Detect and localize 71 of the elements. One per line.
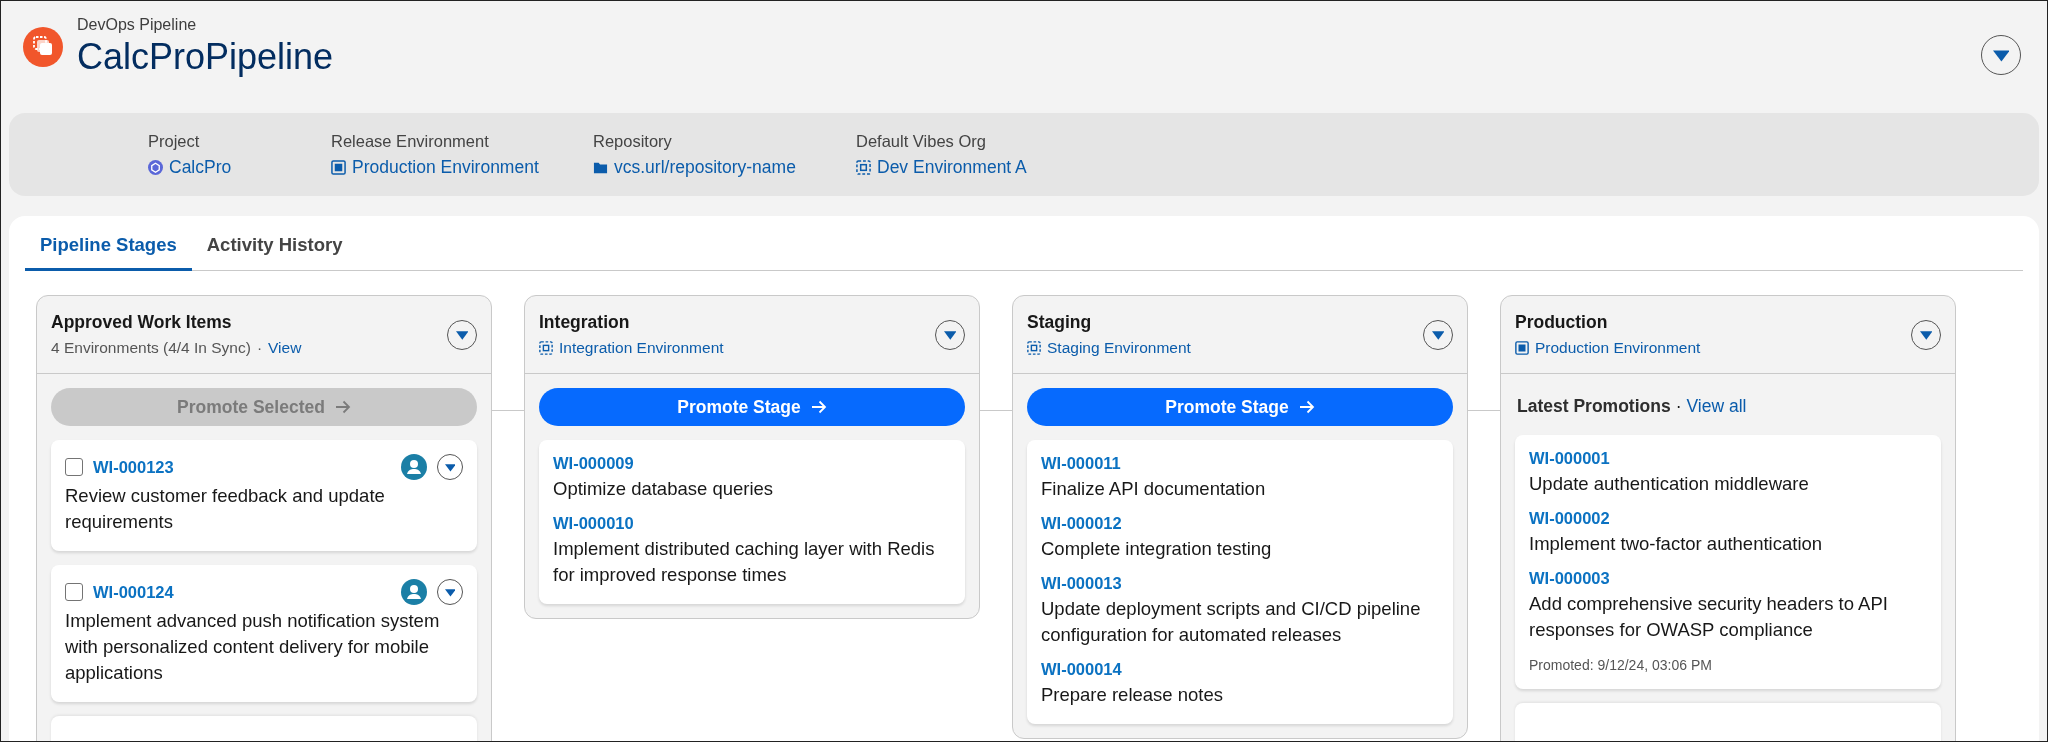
sandbox-icon: [1027, 341, 1041, 355]
field-link[interactable]: Production Environment: [331, 156, 593, 178]
work-item-description: Review customer feedback and update requirements: [65, 484, 386, 534]
page-subtitle: DevOps Pipeline: [77, 16, 198, 34]
work-item-link[interactable]: WI-000012: [1041, 514, 1439, 533]
field-label: Release Environment: [331, 131, 490, 151]
project-icon: [148, 159, 163, 175]
caret-down-icon: [444, 464, 456, 472]
work-item-link[interactable]: WI-000014: [1041, 660, 1439, 679]
environment-link[interactable]: Production Environment: [1515, 339, 1903, 357]
separator-dot: ·: [256, 339, 263, 357]
work-item-description: Implement two-factor authentication: [1529, 532, 1824, 556]
stage-title: Integration: [539, 312, 631, 333]
section-label: Latest Promotions: [1517, 396, 1671, 417]
page-title: CalcProPipeline: [77, 36, 335, 78]
work-item-description: Complete integration testing: [1041, 537, 1273, 561]
caret-down-icon: [1431, 331, 1445, 340]
checkbox[interactable]: [65, 458, 83, 476]
promote-button[interactable]: Promote Stage: [539, 388, 965, 426]
work-item-link[interactable]: WI-000010: [553, 514, 951, 533]
work-item-link[interactable]: WI-000002: [1529, 509, 1927, 528]
work-item-description: Optimize database queries: [553, 477, 775, 501]
field-label: Repository: [593, 131, 673, 151]
view-link[interactable]: View: [268, 339, 302, 357]
caret-down-icon: [943, 331, 957, 340]
separator-dot: ·: [1675, 396, 1682, 417]
promote-button[interactable]: Promote Stage: [1027, 388, 1453, 426]
work-item-link[interactable]: WI-000011: [1041, 454, 1439, 473]
promoted-timestamp: Promoted: 9/12/24, 03:06 PM: [1529, 657, 1713, 673]
sandbox-icon: [856, 159, 871, 175]
work-item-description: Finalize API documentation: [1041, 477, 1267, 501]
stage-title: Production: [1515, 312, 1609, 333]
work-item-link[interactable]: WI-000001: [1529, 449, 1927, 468]
caret-down-icon: [1992, 50, 2010, 62]
sandbox-icon: [539, 341, 553, 355]
work-item-link[interactable]: WI-000124: [93, 582, 174, 602]
arrow-right-icon: [334, 400, 351, 414]
work-item-description: Update deployment scripts and CI/CD pipeline configuration for automated releases: [1041, 597, 1422, 647]
environment-link[interactable]: Staging Environment: [1027, 339, 1415, 357]
checkbox[interactable]: [65, 583, 83, 601]
field-link[interactable]: Dev Environment A: [856, 156, 2039, 178]
work-item-description: Implement advanced push notification system with personalized content delivery for mobile applications: [65, 609, 441, 685]
arrow-right-icon: [810, 400, 827, 414]
work-item-link[interactable]: WI-000009: [553, 454, 951, 473]
work-item-description: Add comprehensive security headers to API responses for OWASP compliance: [1529, 592, 1889, 642]
server-icon: [331, 159, 346, 175]
work-item-link[interactable]: WI-000123: [93, 457, 174, 477]
server-icon: [1515, 341, 1529, 355]
environment-link[interactable]: Integration Environment: [539, 339, 927, 357]
pipeline-logo-icon: [23, 27, 63, 67]
work-item-description: Prepare release notes: [1041, 683, 1225, 707]
caret-down-icon: [455, 331, 469, 340]
arrow-right-icon: [1298, 400, 1315, 414]
view-all-link[interactable]: View all: [1686, 396, 1747, 417]
caret-down-icon: [444, 589, 456, 597]
user-avatar-icon: [401, 454, 427, 480]
work-item-link[interactable]: WI-000013: [1041, 574, 1439, 593]
caret-down-icon: [1919, 331, 1933, 340]
tab[interactable]: Pipeline Stages: [25, 234, 192, 271]
field-link[interactable]: vcs.url/repository-name: [593, 156, 856, 178]
field-label: Default Vibes Org: [856, 131, 987, 151]
work-item-link[interactable]: WI-000003: [1529, 569, 1927, 588]
sync-summary: 4 Environments (4/4 In Sync): [51, 339, 251, 357]
stage-title: Approved Work Items: [51, 312, 233, 333]
field-label: Project: [148, 131, 201, 151]
user-avatar-icon: [401, 579, 427, 605]
field-link[interactable]: CalcPro: [148, 156, 331, 178]
work-item-description: Update authentication middleware: [1529, 472, 1810, 496]
stage-title: Staging: [1027, 312, 1093, 333]
work-item-description: Implement distributed caching layer with Redis for improved response times: [553, 537, 936, 587]
tab[interactable]: Activity History: [191, 234, 358, 271]
